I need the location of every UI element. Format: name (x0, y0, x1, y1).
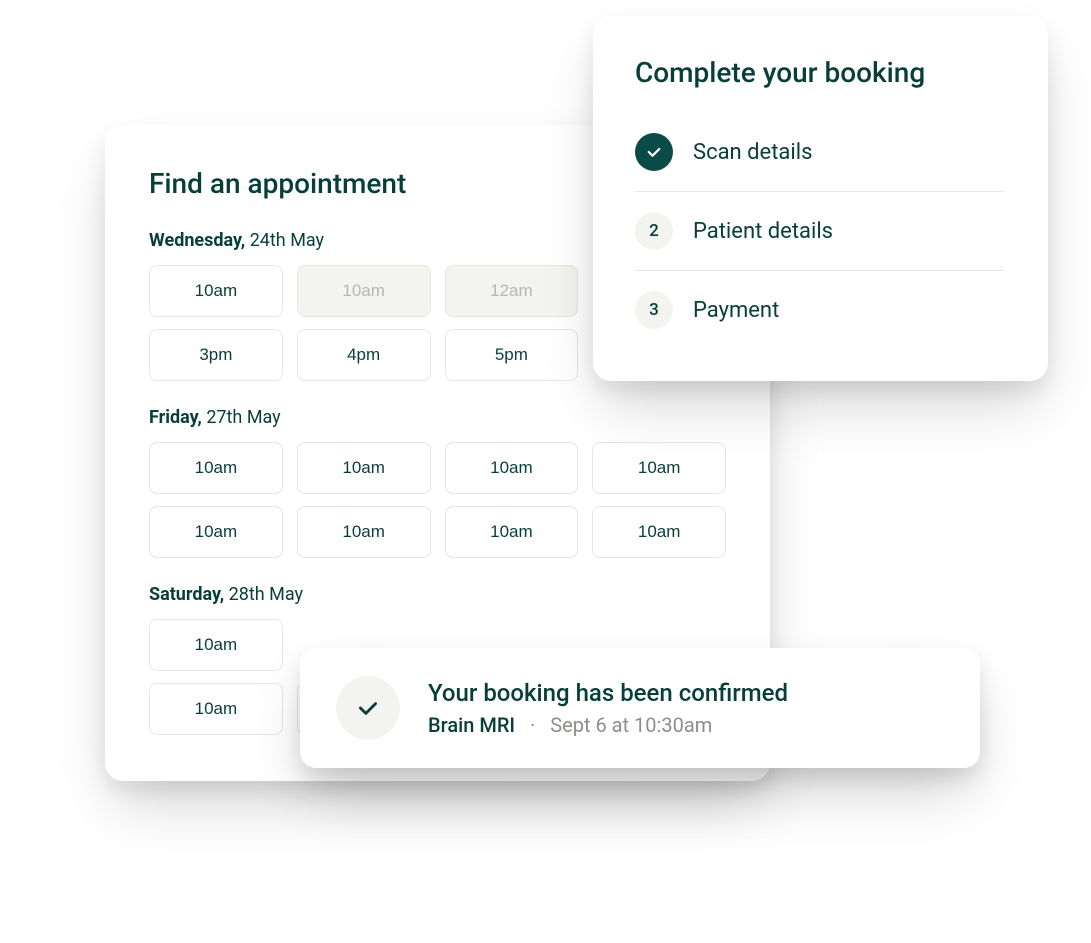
toast-subtitle: Brain MRI · Sept 6 at 10:30am (428, 713, 788, 737)
time-slot[interactable]: 10am (445, 506, 579, 558)
step-patient-details[interactable]: 2 Patient details (635, 192, 1004, 271)
separator-dot: · (530, 713, 535, 737)
time-slot[interactable]: 10am (592, 442, 726, 494)
step-label: Patient details (693, 219, 833, 244)
time-slot[interactable]: 10am (149, 265, 283, 317)
step-scan-details[interactable]: Scan details (635, 113, 1004, 192)
time-slot-disabled: 12am (445, 265, 579, 317)
time-slot[interactable]: 10am (149, 683, 283, 735)
time-slot[interactable]: 10am (149, 442, 283, 494)
time-slot-disabled: 10am (297, 265, 431, 317)
booking-steps-title: Complete your booking (635, 56, 1004, 89)
step-label: Payment (693, 298, 779, 323)
step-number-badge: 2 (635, 212, 673, 250)
toast-when: Sept 6 at 10:30am (550, 713, 712, 737)
day-of-week: Wednesday, (149, 230, 245, 251)
time-slot[interactable]: 10am (297, 442, 431, 494)
toast-text: Your booking has been confirmed Brain MR… (428, 679, 788, 737)
time-slot[interactable]: 3pm (149, 329, 283, 381)
day-of-week: Saturday, (149, 584, 224, 605)
day-date: 24th May (250, 230, 324, 251)
confirmation-toast: Your booking has been confirmed Brain MR… (300, 648, 980, 768)
time-slot[interactable]: 10am (445, 442, 579, 494)
day-of-week: Friday, (149, 407, 202, 428)
time-slot[interactable]: 10am (297, 506, 431, 558)
check-icon (635, 133, 673, 171)
time-slot[interactable]: 5pm (445, 329, 579, 381)
booking-steps-card: Complete your booking Scan details 2 Pat… (593, 16, 1048, 381)
toast-title: Your booking has been confirmed (428, 679, 788, 707)
time-slot[interactable]: 10am (149, 506, 283, 558)
day-label: Friday, 27th May (149, 407, 726, 428)
step-number-badge: 3 (635, 291, 673, 329)
toast-service: Brain MRI (428, 713, 515, 737)
step-payment[interactable]: 3 Payment (635, 271, 1004, 349)
time-slot[interactable]: 10am (149, 619, 283, 671)
time-slot[interactable]: 10am (592, 506, 726, 558)
slot-grid: 10am 10am 10am 10am 10am 10am 10am 10am (149, 442, 726, 558)
day-date: 28th May (229, 584, 303, 605)
check-icon (336, 676, 400, 740)
day-date: 27th May (206, 407, 280, 428)
time-slot[interactable]: 4pm (297, 329, 431, 381)
day-label: Saturday, 28th May (149, 584, 726, 605)
step-label: Scan details (693, 140, 812, 165)
